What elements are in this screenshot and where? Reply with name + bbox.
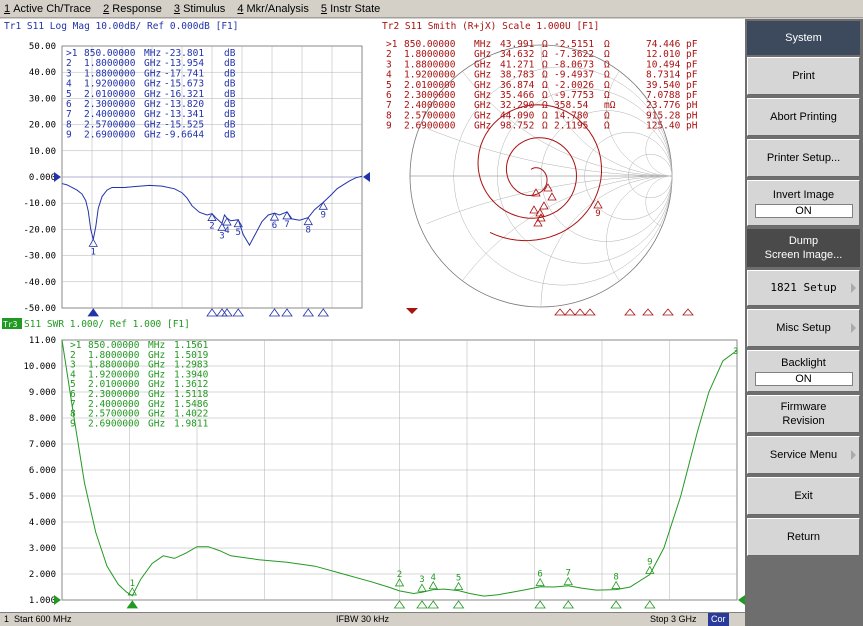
svg-text:9: 9 — [595, 209, 600, 219]
svg-text:Ω: Ω — [542, 121, 548, 132]
menu-item-stimulus[interactable]: 3 Stimulus — [174, 0, 225, 18]
menu-item-mkr-analysis[interactable]: 4 Mkr/Analysis — [237, 0, 309, 18]
backlight-value: ON — [754, 372, 853, 386]
tr2-title: Tr2 S11 Smith (R+jX) Scale 1.000U [F1] — [382, 21, 599, 32]
menu-item-instr-state[interactable]: 5 Instr State — [321, 0, 380, 18]
svg-text:5: 5 — [236, 228, 241, 238]
status-bar: 1 Start 600 MHz IFBW 30 kHz Stop 3 GHz C… — [0, 612, 745, 626]
return-button[interactable]: Return — [747, 518, 860, 556]
svg-text:Ω: Ω — [604, 121, 610, 132]
svg-text:8: 8 — [613, 573, 618, 583]
svg-text:9: 9 — [66, 130, 72, 141]
svg-text:125.40: 125.40 — [646, 121, 681, 132]
tr3-ytick-label: 4.000 — [29, 518, 56, 528]
print-button[interactable]: Print — [747, 57, 860, 95]
svg-text:pH: pH — [686, 121, 698, 132]
svg-text:2.6900000: 2.6900000 — [404, 121, 456, 132]
svg-text:2: 2 — [397, 570, 402, 580]
submenu-arrow-icon — [851, 323, 856, 333]
tr1-ytick-label: 40.00 — [29, 68, 56, 78]
submenu-arrow-icon — [851, 450, 856, 460]
svg-text:1.9811: 1.9811 — [174, 418, 209, 429]
invert-image-button[interactable]: Invert Image ON — [747, 180, 860, 226]
tr3-badge-label: Tr3 — [3, 320, 18, 329]
status-stop: Stop 3 GHz — [650, 614, 697, 624]
tr3-ytick-label: 5.000 — [29, 492, 56, 502]
tr3-ytick-label: 1.000 — [29, 596, 56, 606]
svg-text:6: 6 — [272, 221, 277, 231]
svg-text:7: 7 — [284, 220, 289, 230]
tr3-ytick-label: 10.000 — [23, 362, 56, 372]
svg-text:2.6900000: 2.6900000 — [88, 418, 140, 429]
tr1-ytick-label: -40.00 — [23, 278, 56, 288]
svg-text:6: 6 — [537, 570, 542, 580]
menu-item-active-ch[interactable]: 1 Active Ch/Trace — [4, 0, 91, 18]
tr3-title: S11 SWR 1.000/ Ref 1.000 [F1] — [24, 319, 190, 330]
svg-text:9: 9 — [386, 121, 392, 132]
svg-text:dB: dB — [224, 130, 236, 141]
service-menu-button[interactable]: Service Menu — [747, 436, 860, 474]
svg-text:98.752: 98.752 — [500, 121, 534, 132]
svg-text:1: 1 — [130, 579, 135, 589]
svg-text:9: 9 — [647, 557, 652, 567]
svg-text:GHz: GHz — [148, 418, 165, 429]
svg-text:3: 3 — [419, 575, 424, 585]
tr1-ytick-label: 20.00 — [29, 121, 56, 131]
exit-button[interactable]: Exit — [747, 477, 860, 515]
svg-text:-9.6644: -9.6644 — [164, 130, 204, 141]
firmware-revision-button[interactable]: Firmware Revision — [747, 395, 860, 433]
status-ifbw: IFBW 30 kHz — [336, 614, 390, 624]
svg-text:GHz: GHz — [144, 130, 161, 141]
tr1-ytick-label: 30.00 — [29, 94, 56, 104]
status-start: Start 600 MHz — [14, 614, 72, 624]
tr3-ytick-label: 9.000 — [29, 388, 56, 398]
svg-text:7: 7 — [566, 569, 571, 579]
tr1-title: Tr1 S11 Log Mag 10.00dB/ Ref 0.000dB [F1… — [4, 21, 239, 32]
tr3-ytick-label: 8.000 — [29, 414, 56, 424]
tr1-ytick-label: -10.00 — [23, 199, 56, 209]
menu-bar: 1 Active Ch/Trace 2 Response 3 Stimulus … — [0, 0, 863, 18]
svg-text:2.1195: 2.1195 — [554, 121, 588, 132]
menu-item-response[interactable]: 2 Response — [103, 0, 162, 18]
tr3-edge-label: 3 — [733, 347, 738, 357]
tr1-ytick-label: 50.00 — [29, 42, 56, 52]
svg-text:5: 5 — [456, 574, 461, 584]
svg-text:GHz: GHz — [474, 121, 491, 132]
analyzer-display: Tr1 S11 Log Mag 10.00dB/ Ref 0.000dB [F1… — [0, 19, 745, 612]
tr3-ytick-label: 6.000 — [29, 466, 56, 476]
svg-text:4: 4 — [224, 226, 229, 236]
printer-setup-button[interactable]: Printer Setup... — [747, 139, 860, 177]
invert-image-value: ON — [754, 204, 853, 218]
dump-screen-image-button[interactable]: Dump Screen Image... — [747, 229, 860, 267]
softkey-panel: System Print Abort Printing Printer Setu… — [745, 19, 863, 626]
svg-text:2.6900000: 2.6900000 — [84, 130, 136, 141]
tr3-ytick-label: 11.00 — [29, 336, 56, 346]
misc-setup-button[interactable]: Misc Setup — [747, 309, 860, 347]
svg-text:1: 1 — [91, 247, 96, 257]
setup-1821-button[interactable]: 1821 Setup — [747, 270, 860, 306]
svg-text:8: 8 — [306, 226, 311, 236]
submenu-arrow-icon — [851, 283, 856, 293]
tr1-ytick-label: 10.00 — [29, 147, 56, 157]
backlight-button[interactable]: Backlight ON — [747, 350, 860, 392]
tr3-ytick-label: 7.000 — [29, 440, 56, 450]
tr2-marker-readout: 9 2.6900000 GHz 98.752 Ω 2.1195 Ω 125.40 pH — [386, 121, 698, 132]
svg-text:9: 9 — [70, 418, 76, 429]
tr1-ytick-label: -30.00 — [23, 252, 56, 262]
softkey-title-system: System — [747, 21, 860, 55]
tr1-ytick-label: -20.00 — [23, 225, 56, 235]
tr3-marker-readout: 9 2.6900000 GHz 1.9811 — [70, 418, 209, 429]
svg-text:9: 9 — [321, 210, 326, 220]
status-channel: 1 — [4, 614, 10, 624]
svg-text:2: 2 — [209, 222, 214, 232]
status-correction-badge: Cor — [708, 613, 729, 626]
tr3-ytick-label: 3.000 — [29, 544, 56, 554]
tr1-ytick-label: 0.000 — [29, 173, 56, 183]
tr3-ytick-label: 2.000 — [29, 570, 56, 580]
svg-text:4: 4 — [431, 573, 436, 583]
tr1-ytick-label: -50.00 — [23, 304, 56, 314]
abort-printing-button[interactable]: Abort Printing — [747, 98, 860, 136]
